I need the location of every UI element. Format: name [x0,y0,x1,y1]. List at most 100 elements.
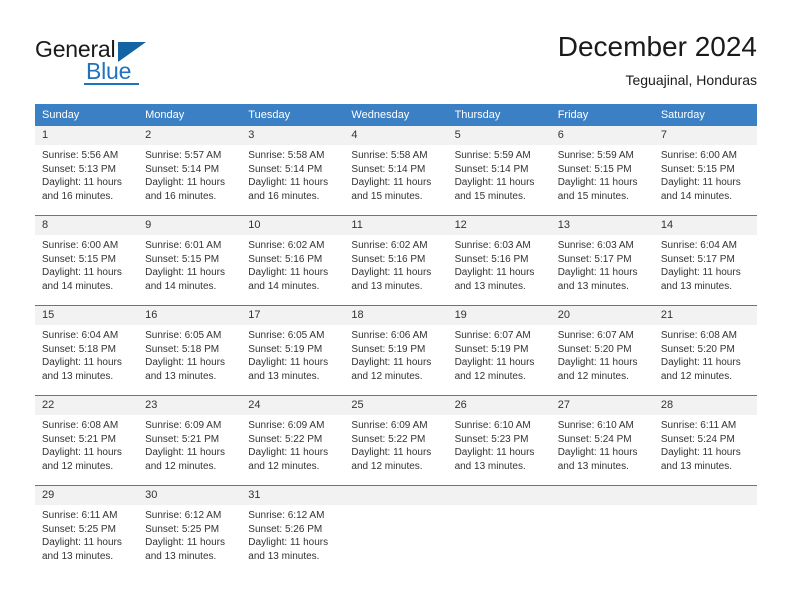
day-number-placeholder [447,486,551,505]
calendar-day-cell[interactable]: 4 Sunrise: 5:58 AM Sunset: 5:14 PM Daylight… [344,126,448,216]
calendar-day-cell[interactable]: 27 Sunrise: 6:10 AM Sunset: 5:24 PM Dayligh… [550,395,654,486]
calendar-header-row: Sunday Monday Tuesday Wednesday Thursday… [35,104,757,126]
daylight-text: Daylight: 11 hours and 12 minutes. [248,447,329,472]
weekday-header-thursday: Thursday [447,104,551,126]
sunrise-text: Sunrise: 6:09 AM [145,420,222,431]
day-number: 25 [344,396,448,415]
calendar-day-cell[interactable]: 16 Sunrise: 6:05 AM Sunset: 5:18 PM Dayligh… [138,305,242,396]
calendar-day-cell[interactable]: 1 Sunrise: 5:56 AM Sunset: 5:13 PM Daylight… [35,126,139,216]
sunrise-text: Sunrise: 6:10 AM [454,420,531,431]
sunset-text: Sunset: 5:15 PM [557,163,632,175]
calendar-day-cell[interactable]: 19 Sunrise: 6:07 AM Sunset: 5:19 PM Dayligh… [447,305,551,396]
sunset-text: Sunset: 5:22 PM [351,433,426,445]
calendar-day-cell[interactable]: 22 Sunrise: 6:08 AM Sunset: 5:21 PM Dayligh… [35,395,139,486]
daylight-text: Daylight: 11 hours and 15 minutes. [454,177,535,202]
sunset-text: Sunset: 5:14 PM [248,163,323,175]
calendar-day-cell[interactable]: 18 Sunrise: 6:06 AM Sunset: 5:19 PM Dayligh… [344,305,448,396]
calendar-day-cell-empty [447,485,551,575]
calendar-day-cell[interactable]: 20 Sunrise: 6:07 AM Sunset: 5:20 PM Dayligh… [550,305,654,396]
calendar-day-cell[interactable]: 31 Sunrise: 6:12 AM Sunset: 5:26 PM Dayligh… [241,485,345,575]
day-details: Sunrise: 6:03 AM Sunset: 5:16 PM Daylight:… [448,235,551,293]
day-number: 28 [653,396,757,415]
day-number: 13 [550,216,654,235]
day-number: 10 [241,216,345,235]
day-number: 24 [241,396,345,415]
calendar-body: 1 Sunrise: 5:56 AM Sunset: 5:13 PM Daylight… [35,126,757,575]
sunset-text: Sunset: 5:16 PM [351,253,426,265]
sunset-text: Sunset: 5:26 PM [248,523,323,535]
calendar-day-cell[interactable]: 23 Sunrise: 6:09 AM Sunset: 5:21 PM Dayligh… [138,395,242,486]
calendar-day-cell[interactable]: 6 Sunrise: 5:59 AM Sunset: 5:15 PM Daylight… [550,126,654,216]
day-number: 15 [35,306,139,325]
sunrise-text: Sunrise: 5:58 AM [248,150,325,161]
day-details: Sunrise: 6:11 AM Sunset: 5:25 PM Daylight:… [35,505,138,563]
day-number-placeholder [344,486,448,505]
day-number-placeholder [550,486,654,505]
sunset-text: Sunset: 5:17 PM [660,253,735,265]
sunset-text: Sunset: 5:19 PM [351,343,426,355]
daylight-text: Daylight: 11 hours and 13 minutes. [145,357,225,382]
sunset-text: Sunset: 5:21 PM [145,433,220,445]
weekday-header-saturday: Saturday [653,104,757,126]
daylight-text: Daylight: 11 hours and 12 minutes. [42,447,122,472]
day-details: Sunrise: 6:12 AM Sunset: 5:25 PM Daylight:… [138,505,241,563]
sunset-text: Sunset: 5:25 PM [145,523,220,535]
sunset-text: Sunset: 5:15 PM [145,253,220,265]
day-number: 5 [447,126,551,145]
calendar-day-cell[interactable]: 25 Sunrise: 6:09 AM Sunset: 5:22 PM Dayligh… [344,395,448,486]
calendar-day-cell[interactable]: 5 Sunrise: 5:59 AM Sunset: 5:14 PM Daylight… [447,126,551,216]
day-number: 17 [241,306,345,325]
calendar-day-cell[interactable]: 3 Sunrise: 5:58 AM Sunset: 5:14 PM Daylight… [241,126,345,216]
calendar-day-cell[interactable]: 24 Sunrise: 6:09 AM Sunset: 5:22 PM Dayligh… [241,395,345,486]
sunrise-text: Sunrise: 5:58 AM [351,150,428,161]
day-details: Sunrise: 6:05 AM Sunset: 5:18 PM Daylight:… [138,325,241,383]
sunset-text: Sunset: 5:25 PM [42,523,116,535]
sunset-text: Sunset: 5:14 PM [351,163,426,175]
day-details: Sunrise: 6:04 AM Sunset: 5:18 PM Daylight:… [35,325,138,383]
day-number: 3 [241,126,345,145]
daylight-text: Daylight: 11 hours and 13 minutes. [351,267,432,292]
sunrise-text: Sunrise: 6:12 AM [248,510,325,521]
sunrise-text: Sunrise: 6:11 AM [660,420,737,431]
calendar-day-cell[interactable]: 17 Sunrise: 6:05 AM Sunset: 5:19 PM Dayligh… [241,305,345,396]
daylight-text: Daylight: 11 hours and 14 minutes. [42,267,122,292]
calendar-day-cell[interactable]: 9 Sunrise: 6:01 AM Sunset: 5:15 PM Daylight… [138,215,242,306]
sunrise-text: Sunrise: 6:09 AM [351,420,428,431]
calendar-day-cell[interactable]: 26 Sunrise: 6:10 AM Sunset: 5:23 PM Dayligh… [447,395,551,486]
day-number: 18 [344,306,448,325]
day-details: Sunrise: 6:03 AM Sunset: 5:17 PM Daylight:… [551,235,654,293]
daylight-text: Daylight: 11 hours and 13 minutes. [248,537,329,562]
sunrise-text: Sunrise: 6:08 AM [42,420,119,431]
calendar-day-cell[interactable]: 7 Sunrise: 6:00 AM Sunset: 5:15 PM Daylight… [653,126,757,216]
calendar-week-row: 8 Sunrise: 6:00 AM Sunset: 5:15 PM Daylight… [35,215,757,306]
calendar-day-cell[interactable]: 21 Sunrise: 6:08 AM Sunset: 5:20 PM Dayligh… [653,305,757,396]
daylight-text: Daylight: 11 hours and 16 minutes. [248,177,329,202]
day-details: Sunrise: 6:06 AM Sunset: 5:19 PM Daylight:… [344,325,447,383]
calendar-day-cell[interactable]: 8 Sunrise: 6:00 AM Sunset: 5:15 PM Daylight… [35,215,139,306]
calendar-day-cell[interactable]: 30 Sunrise: 6:12 AM Sunset: 5:25 PM Dayligh… [138,485,242,575]
daylight-text: Daylight: 11 hours and 13 minutes. [454,267,535,292]
weekday-header-wednesday: Wednesday [344,104,448,126]
daylight-text: Daylight: 11 hours and 12 minutes. [145,447,225,472]
calendar-day-cell[interactable]: 12 Sunrise: 6:03 AM Sunset: 5:16 PM Dayligh… [447,215,551,306]
calendar-day-cell[interactable]: 15 Sunrise: 6:04 AM Sunset: 5:18 PM Dayligh… [35,305,139,396]
daylight-text: Daylight: 11 hours and 13 minutes. [557,447,638,472]
day-number: 20 [550,306,654,325]
sunset-text: Sunset: 5:13 PM [42,163,116,175]
calendar-day-cell[interactable]: 11 Sunrise: 6:02 AM Sunset: 5:16 PM Dayligh… [344,215,448,306]
day-details: Sunrise: 6:07 AM Sunset: 5:19 PM Daylight:… [448,325,551,383]
daylight-text: Daylight: 11 hours and 13 minutes. [42,537,122,562]
calendar-day-cell[interactable]: 10 Sunrise: 6:02 AM Sunset: 5:16 PM Dayligh… [241,215,345,306]
day-number: 23 [138,396,242,415]
calendar-day-cell[interactable]: 29 Sunrise: 6:11 AM Sunset: 5:25 PM Dayligh… [35,485,139,575]
calendar-day-cell[interactable]: 14 Sunrise: 6:04 AM Sunset: 5:17 PM Dayligh… [653,215,757,306]
day-details: Sunrise: 6:12 AM Sunset: 5:26 PM Daylight:… [241,505,344,563]
weekday-header-monday: Monday [138,104,242,126]
sunrise-text: Sunrise: 5:57 AM [145,150,222,161]
calendar-day-cell[interactable]: 2 Sunrise: 5:57 AM Sunset: 5:14 PM Daylight… [138,126,242,216]
calendar-day-cell[interactable]: 13 Sunrise: 6:03 AM Sunset: 5:17 PM Dayligh… [550,215,654,306]
general-blue-logo[interactable]: General Blue [35,36,175,86]
calendar-day-cell[interactable]: 28 Sunrise: 6:11 AM Sunset: 5:24 PM Dayligh… [653,395,757,486]
sunrise-text: Sunrise: 5:56 AM [42,150,119,161]
day-number: 6 [550,126,654,145]
